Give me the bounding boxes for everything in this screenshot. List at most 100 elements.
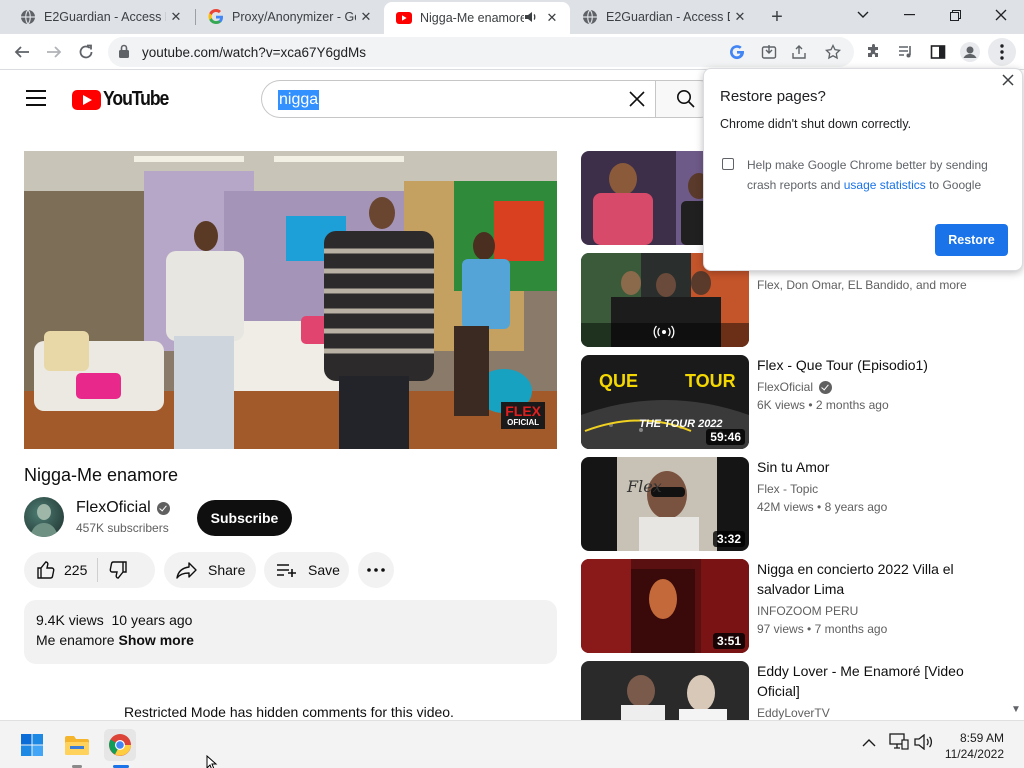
- network-icon[interactable]: [889, 733, 909, 756]
- recommendation-channel[interactable]: EddyLoverTV: [757, 706, 830, 720]
- clock-time: 8:59 AM: [959, 731, 1004, 745]
- description-line: Me enamore Show more: [36, 632, 545, 648]
- extensions-icon[interactable]: [860, 38, 888, 66]
- side-panel-icon[interactable]: [924, 38, 952, 66]
- profile-avatar-icon[interactable]: [956, 38, 984, 66]
- youtube-logo[interactable]: YouTube: [72, 88, 177, 111]
- rec-age: 2 months ago: [815, 398, 889, 412]
- start-menu-icon[interactable]: [16, 729, 48, 761]
- subscribe-button[interactable]: Subscribe: [197, 500, 292, 536]
- recommendation-title[interactable]: Nigga en concierto 2022 Villa el salvado…: [757, 559, 995, 599]
- recommendation-item[interactable]: QUE TOUR THE TOUR 2022 59:46 Flex - Que …: [581, 355, 1001, 449]
- show-more-link[interactable]: Show more: [118, 632, 193, 648]
- tab-e2guardian-2[interactable]: E2Guardian - Access De ✕: [570, 0, 758, 34]
- file-explorer-icon[interactable]: [61, 729, 93, 761]
- clock-date: 11/24/2022: [944, 747, 1004, 761]
- google-icon: [208, 9, 224, 25]
- reload-button[interactable]: [72, 38, 100, 66]
- recommendation-channel[interactable]: FlexOficial: [757, 380, 833, 394]
- search-input[interactable]: nigga: [261, 80, 655, 118]
- back-button[interactable]: [8, 38, 36, 66]
- tab-title: E2Guardian - Access De: [44, 10, 166, 24]
- rec-age: 7 months ago: [814, 622, 888, 636]
- scroll-down-arrow-icon[interactable]: ▼: [1011, 704, 1021, 715]
- recommendation-channel[interactable]: INFOZOOM PERU: [757, 604, 858, 618]
- chrome-menu-icon[interactable]: [988, 38, 1016, 66]
- recommendation-title[interactable]: Sin tu Amor: [757, 457, 995, 477]
- hamburger-menu-icon[interactable]: [26, 90, 46, 106]
- google-lens-icon[interactable]: [728, 43, 746, 61]
- address-bar[interactable]: youtube.com/watch?v=xca67Y6gdMs: [108, 37, 854, 67]
- search-query-text[interactable]: nigga: [278, 90, 320, 110]
- volume-icon[interactable]: [914, 733, 934, 755]
- channel-name-text[interactable]: FlexOficial: [757, 380, 813, 394]
- restore-button[interactable]: Restore: [935, 224, 1008, 256]
- share-page-icon[interactable]: [790, 43, 808, 61]
- show-hidden-icons-chevron[interactable]: [862, 735, 876, 753]
- tab-youtube-active[interactable]: Nigga-Me enamore ✕: [384, 2, 570, 34]
- verified-check-icon: [819, 380, 833, 394]
- recommendation-title[interactable]: Eddy Lover - Me Enamoré [Video Oficial]: [757, 661, 995, 701]
- youtube-icon: [396, 10, 412, 26]
- recommendation-item[interactable]: 3:51 Nigga en concierto 2022 Villa el sa…: [581, 559, 1001, 653]
- like-dislike-group: 225: [24, 552, 155, 588]
- youtube-wordmark: YouTube: [103, 88, 169, 110]
- dislike-button[interactable]: [108, 560, 128, 580]
- channel-name-text[interactable]: FlexOficial: [76, 499, 151, 517]
- tab-title: Nigga-Me enamore: [420, 11, 524, 25]
- video-thumbnail[interactable]: Flex 3:32: [581, 457, 749, 551]
- recommendation-meta: 97 views • 7 months ago: [757, 622, 888, 636]
- restore-dialog-message: Chrome didn't shut down correctly.: [720, 117, 912, 131]
- media-controls-icon[interactable]: [892, 38, 920, 66]
- crash-reports-checkbox[interactable]: [722, 158, 734, 170]
- like-button[interactable]: 225: [36, 560, 87, 580]
- tab-strip: E2Guardian - Access De ✕ Proxy/Anonymize…: [0, 0, 1024, 34]
- more-actions-button[interactable]: [358, 552, 394, 588]
- save-button[interactable]: Save: [264, 552, 349, 588]
- channel-avatar[interactable]: [24, 497, 64, 537]
- minimize-button[interactable]: [886, 0, 932, 30]
- save-playlist-icon: [277, 564, 296, 577]
- clear-search-icon[interactable]: [628, 90, 646, 114]
- tab-close-icon[interactable]: ✕: [356, 7, 376, 27]
- upload-age: 10 years ago: [111, 612, 193, 628]
- video-player[interactable]: FLEX OFICIAL: [24, 151, 557, 449]
- share-label: Share: [208, 562, 246, 578]
- system-clock[interactable]: 8:59 AM 11/24/2022: [945, 730, 1004, 762]
- tab-search-chevron-icon[interactable]: [840, 0, 886, 30]
- video-thumbnail[interactable]: QUE TOUR THE TOUR 2022 59:46: [581, 355, 749, 449]
- description-box[interactable]: 9.4K views 10 years ago Me enamore Show …: [24, 600, 557, 664]
- recommendation-item[interactable]: Flex 3:32 Sin tu Amor Flex - Topic 42M v…: [581, 457, 1001, 551]
- new-tab-button[interactable]: +: [766, 6, 788, 28]
- tab-close-icon[interactable]: ✕: [166, 7, 186, 27]
- url-text[interactable]: youtube.com/watch?v=xca67Y6gdMs: [142, 45, 366, 60]
- forward-button[interactable]: [40, 38, 68, 66]
- recommendation-channel[interactable]: Flex - Topic: [757, 482, 818, 496]
- watermark-line2: OFICIAL: [507, 418, 540, 427]
- close-window-button[interactable]: [978, 0, 1024, 30]
- share-button[interactable]: Share: [164, 552, 256, 588]
- lock-icon[interactable]: [118, 44, 130, 63]
- recommendation-title[interactable]: Flex - Que Tour (Episodio1): [757, 355, 995, 375]
- recommendation-meta: 42M views • 8 years ago: [757, 500, 888, 514]
- restore-window-button[interactable]: [932, 0, 978, 30]
- channel-name[interactable]: FlexOficial: [76, 499, 170, 517]
- video-thumbnail[interactable]: [581, 661, 749, 720]
- speaker-icon[interactable]: [524, 10, 540, 27]
- video-thumbnail[interactable]: 3:51: [581, 559, 749, 653]
- crash-reports-label: Help make Google Chrome better by sendin…: [747, 155, 1007, 195]
- mouse-cursor-icon: [206, 754, 218, 768]
- tab-e2guardian-1[interactable]: E2Guardian - Access De ✕: [8, 0, 194, 34]
- tab-close-icon[interactable]: ✕: [542, 8, 562, 28]
- globe-icon: [20, 9, 36, 25]
- install-app-icon[interactable]: [760, 43, 778, 61]
- close-dialog-icon[interactable]: [1002, 73, 1014, 91]
- rec-age: 8 years ago: [824, 500, 888, 514]
- bookmark-star-icon[interactable]: [824, 43, 842, 61]
- usage-statistics-link[interactable]: usage statistics: [844, 178, 926, 192]
- like-count: 225: [64, 562, 88, 578]
- recommendation-item[interactable]: Eddy Lover - Me Enamoré [Video Oficial] …: [581, 661, 1001, 720]
- tab-close-icon[interactable]: ✕: [730, 7, 750, 27]
- tab-proxy[interactable]: Proxy/Anonymizer - Go ✕: [196, 0, 384, 34]
- chrome-taskbar-icon[interactable]: [104, 729, 136, 761]
